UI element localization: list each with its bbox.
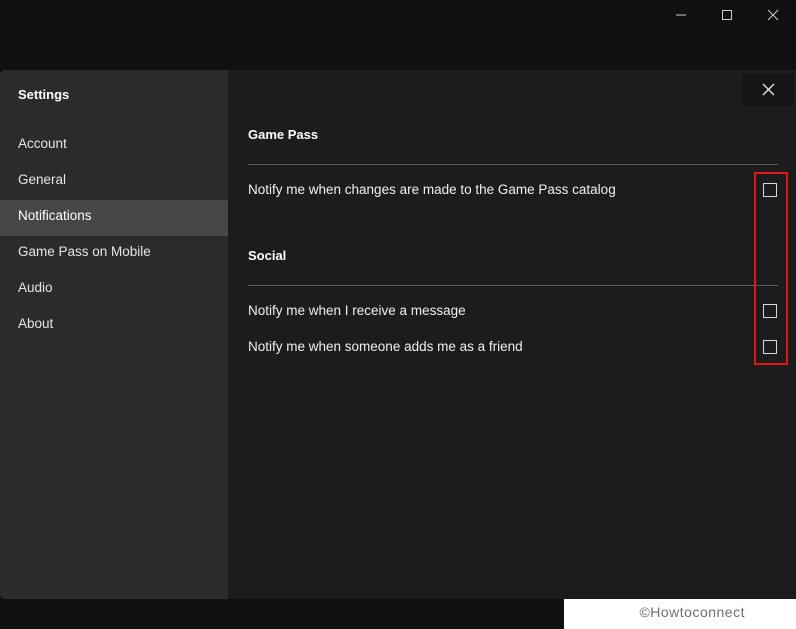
settings-sidebar: Settings Account General Notifications G… [0, 70, 228, 599]
settings-dialog: Settings Account General Notifications G… [0, 70, 796, 599]
window-close-button[interactable] [750, 0, 796, 30]
section-divider [248, 285, 778, 286]
notifications-panel: Game Pass Notify me when changes are mad… [228, 70, 796, 599]
close-icon [762, 83, 775, 96]
sidebar-nav: Account General Notifications Game Pass … [0, 128, 228, 344]
minimize-button[interactable] [658, 0, 704, 30]
window-controls [658, 0, 796, 30]
option-row-friend-added: Notify me when someone adds me as a frie… [248, 337, 778, 359]
section-heading-game-pass: Game Pass [248, 127, 319, 142]
option-row-game-pass-catalog: Notify me when changes are made to the G… [248, 180, 778, 202]
sidebar-title: Settings [18, 87, 70, 102]
sidebar-item-account[interactable]: Account [0, 128, 228, 164]
maximize-icon [722, 10, 732, 20]
close-icon [767, 9, 779, 21]
maximize-button[interactable] [704, 0, 750, 30]
option-row-receive-message: Notify me when I receive a message [248, 301, 778, 323]
section-heading-social: Social [248, 248, 287, 263]
sidebar-item-about[interactable]: About [0, 308, 228, 344]
section-divider [248, 164, 778, 165]
sidebar-item-notifications[interactable]: Notifications [0, 200, 228, 236]
option-label: Notify me when changes are made to the G… [248, 182, 616, 197]
option-label: Notify me when I receive a message [248, 303, 466, 318]
sidebar-item-game-pass-on-mobile[interactable]: Game Pass on Mobile [0, 236, 228, 272]
checkbox-highlight-box [754, 172, 788, 365]
watermark: ©Howtoconnect [639, 604, 745, 620]
settings-close-button[interactable] [743, 74, 794, 105]
sidebar-item-general[interactable]: General [0, 164, 228, 200]
option-label: Notify me when someone adds me as a frie… [248, 339, 523, 354]
minimize-icon [676, 14, 686, 16]
sidebar-item-audio[interactable]: Audio [0, 272, 228, 308]
